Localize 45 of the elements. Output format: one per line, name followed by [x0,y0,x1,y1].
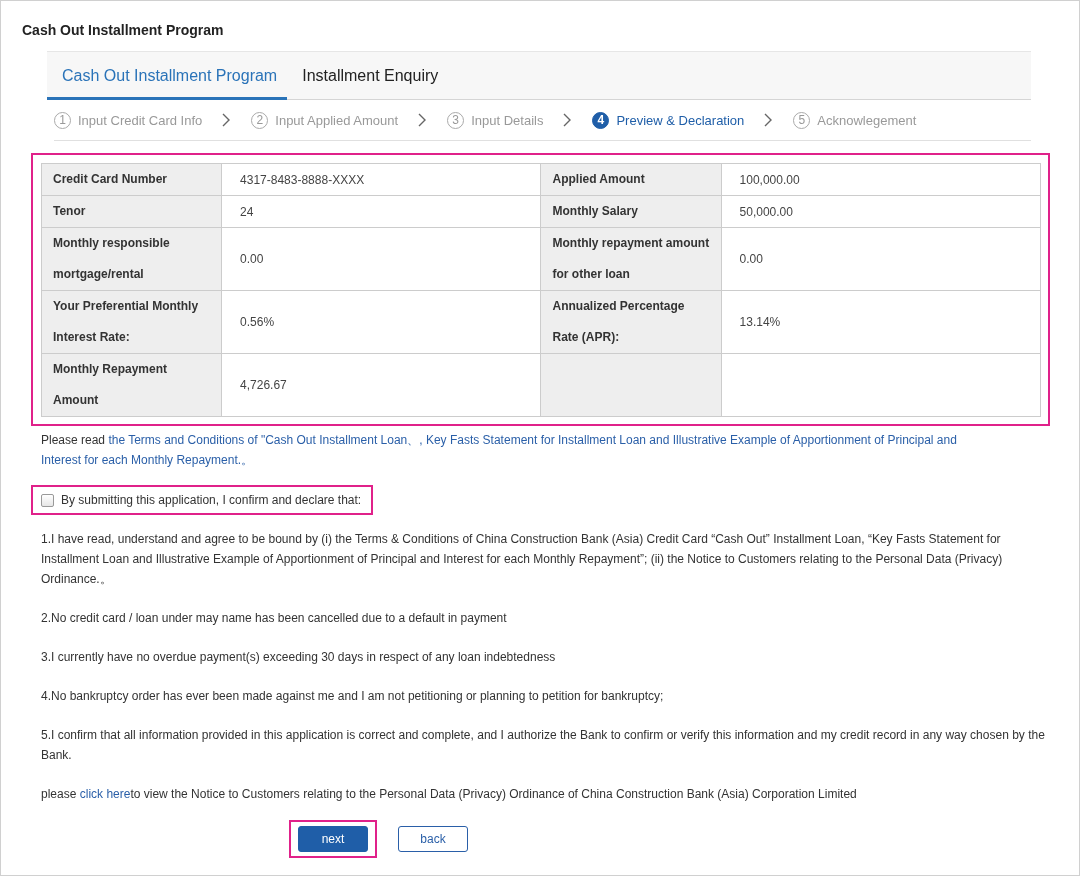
table-cell: 4317-8483-8888-XXXX [221,163,541,196]
table-label-cell: Credit Card Number [41,163,222,196]
table-cell: 24 [221,195,541,228]
table-label-cell: Monthly repayment amount for other loan [541,227,722,291]
click-here-link[interactable]: click here [79,787,131,801]
chevron-icon [563,113,573,127]
checkbox-label: By submitting this application, I confirm and declare that: [61,493,362,507]
declaration-clause: 2.No credit card / loan under may name has been cancelled due to a default in payment [41,610,508,627]
tab[interactable]: Cash Out Installment Program [47,52,288,100]
secondary-button[interactable]: back [398,826,468,852]
terms-link[interactable]: Interest for each Monthly Repayment.。 [41,453,254,467]
step-label: Input Credit Card Info [78,112,203,128]
table-label-cell: Your Preferential Monthly Interest Rate: [41,290,222,354]
terms-notice: Please read the Terms and Conditions of "Cash Out Installment Loan、, Key Fasts Statement for Installment Loan and Illustrative Example of Apportionment of Principal and Interest for each Monthly Repayment.。 [41,432,958,469]
chevron-icon [418,113,428,127]
table-label-cell: Monthly Salary [541,195,722,228]
declaration-clause: 4.No bankruptcy order has ever been made against me and I am not petitioning or planning to petition for bankruptcy; [41,688,665,705]
table-label-cell: Tenor [41,195,222,228]
terms-link[interactable]: the Terms and Conditions of "Cash Out Installment Loan、, Key Fasts Statement for Installment Loan and Illustrative Example of Apportionment of Principal and [108,433,957,447]
declaration-clause: 5.I confirm that all information provided in this application is correct and complete, and I authorize the Bank to confirm or verify this information and my credit record in any way chosen by the Bank. [41,727,1045,764]
privacy-notice: please click hereto view the Notice to Customers relating to the Personal Data (Privacy) Ordinance of China Construction Bank (Asia) Corporation Limited [41,786,858,803]
table-label-cell: Monthly responsible mortgage/rental [41,227,222,291]
step-label: Preview & Declaration [616,112,745,128]
table-cell: 0.00 [721,227,1041,291]
step-label: Input Applied Amount [275,112,399,128]
table-cell: 13.14% [721,290,1041,354]
page-title: Cash Out Installment Program [21,21,225,40]
primary-button[interactable]: next [298,826,368,852]
chevron-icon [764,113,774,127]
table-cell: 4,726.67 [221,353,541,417]
table-label-cell: Monthly Repayment Amount [41,353,222,417]
declaration-clause: 3.I currently have no overdue payment(s) exceeding 30 days in respect of any loan indebtedness [41,649,557,666]
table-cell: 100,000.00 [721,163,1041,196]
step-number: 4 [592,111,610,129]
table-cell: 0.56% [221,290,541,354]
table-label-cell: Annualized Percentage Rate (APR): [541,290,722,354]
checkbox[interactable] [41,493,54,507]
table-cell: 0.00 [221,227,541,291]
table-cell: 50,000.00 [721,195,1041,228]
declaration-clause: 1.I have read, understand and agree to be bound by (i) the Terms & Conditions of China Construction Bank (Asia) Credit Card “Cash Out” Installment Loan, “Key Fasts Statement for Installment Loan and Illustrative Example of Apportionment of Principal and Interest for each Monthly Repayment”; (ii) the Notice to Customers relating to the Personal Data (Privacy) Ordinance.。 [41,531,1004,588]
step-label: Acknowlegement [817,112,917,128]
step-label: Input Details [471,112,544,128]
chevron-icon [222,113,232,127]
table-label-cell: Applied Amount [541,163,722,196]
tab[interactable]: Installment Enquiry [287,52,449,100]
